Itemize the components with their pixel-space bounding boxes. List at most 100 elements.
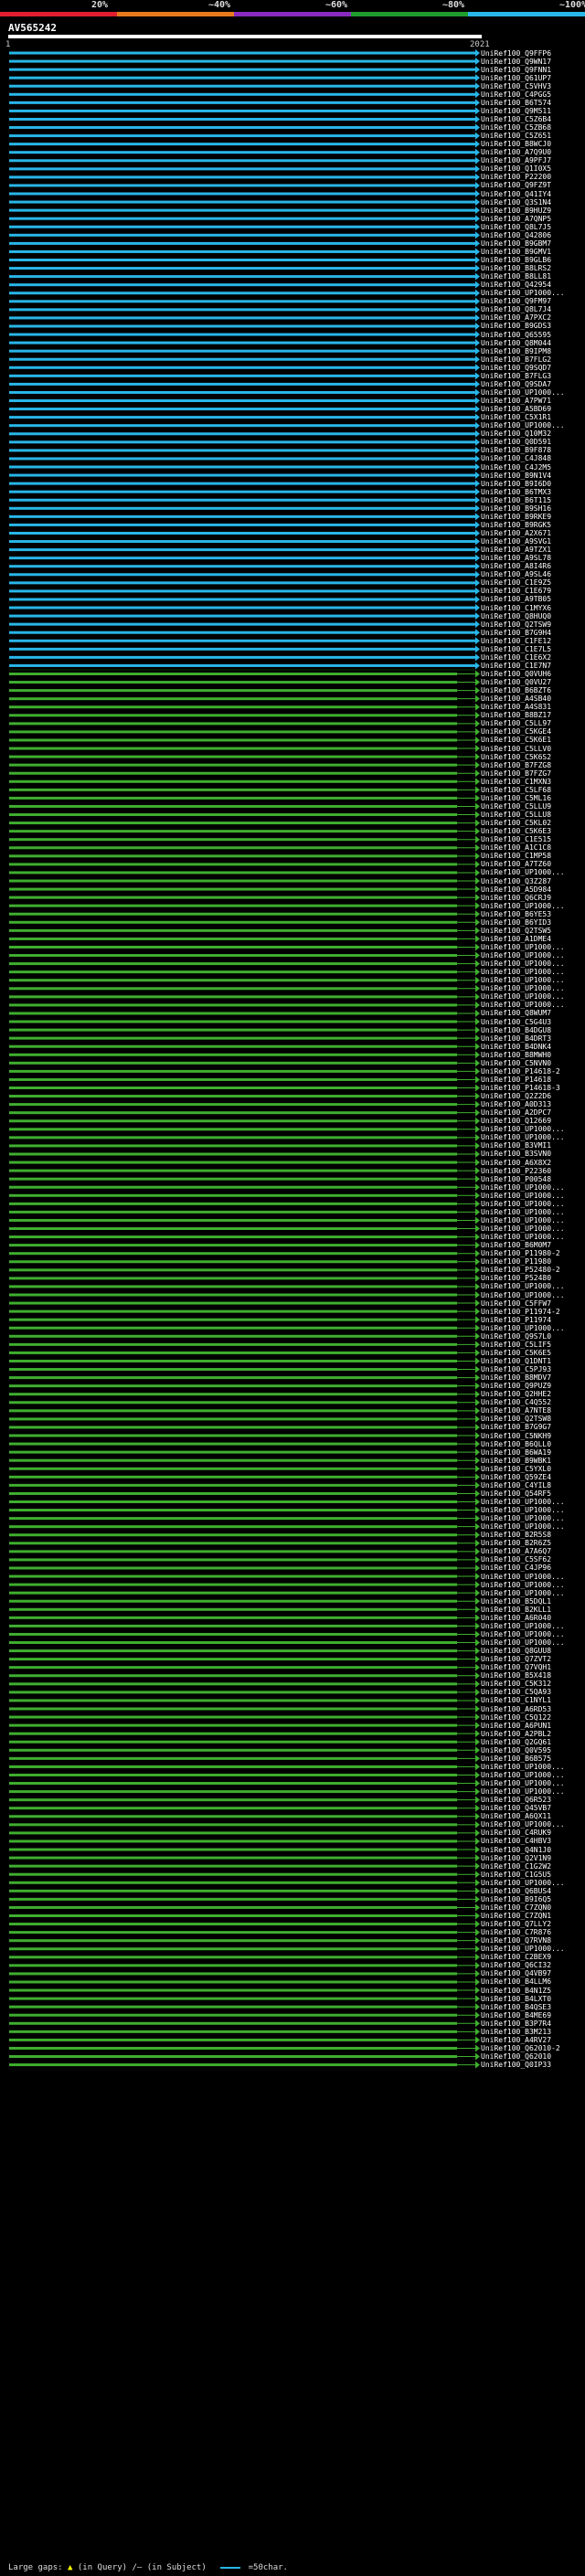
hit-label[interactable]: UniRef100_C5Z6B4 [481, 115, 551, 123]
hit-row[interactable] [9, 587, 480, 595]
hit-row[interactable] [9, 1820, 480, 1829]
hit-row[interactable] [9, 1001, 480, 1009]
hit-row[interactable] [9, 1100, 480, 1108]
hit-row[interactable] [9, 2036, 480, 2044]
hit-row[interactable] [9, 256, 480, 264]
hit-row[interactable] [9, 976, 480, 984]
hit-label[interactable]: UniRef100_Q9M511 [481, 107, 551, 115]
hit-label[interactable]: UniRef100_UP1000... [481, 1498, 565, 1506]
hit-label[interactable]: UniRef100_Q8WUM7 [481, 1009, 551, 1017]
hit-row[interactable] [9, 347, 480, 355]
hit-label[interactable]: UniRef100_A9SL78 [481, 554, 551, 562]
hit-row[interactable] [9, 1746, 480, 1754]
hit-label[interactable]: UniRef100_B9N1V4 [481, 472, 551, 480]
hit-row[interactable] [9, 1506, 480, 1514]
hit-label[interactable]: UniRef100_Q7RVN8 [481, 1936, 551, 1945]
hit-label[interactable]: UniRef100_UP1000... [481, 1763, 565, 1771]
hit-label[interactable]: UniRef100_A8I4R6 [481, 562, 551, 570]
hit-label[interactable]: UniRef100_B3VMI1 [481, 1141, 551, 1150]
hit-row[interactable] [9, 372, 480, 380]
hit-label[interactable]: UniRef100_UP1000... [481, 1183, 565, 1192]
hit-label[interactable]: UniRef100_B9HUZ9 [481, 207, 551, 215]
hit-row[interactable] [9, 140, 480, 148]
hit-label[interactable]: UniRef100_P14618-3 [481, 1084, 560, 1092]
hit-row[interactable] [9, 1125, 480, 1133]
hit-row[interactable] [9, 2061, 480, 2069]
hit-row[interactable] [9, 570, 480, 578]
hit-label[interactable]: UniRef100_UP1000... [481, 1125, 565, 1133]
hit-label[interactable]: UniRef100_UP1000... [481, 1638, 565, 1647]
hit-label[interactable]: UniRef100_C5NKH9 [481, 1432, 551, 1440]
hit-row[interactable] [9, 90, 480, 99]
hit-row[interactable] [9, 1192, 480, 1200]
hit-label[interactable]: UniRef100_Q9FFP6 [481, 49, 551, 58]
hit-row[interactable] [9, 1903, 480, 1912]
hit-row[interactable] [9, 902, 480, 910]
hit-row[interactable] [9, 1705, 480, 1712]
hit-label[interactable]: UniRef100_Q2TSW5 [481, 927, 551, 935]
hit-label[interactable]: UniRef100_Q7ZVT2 [481, 1655, 551, 1663]
hit-label[interactable]: UniRef100_UP1000... [481, 984, 565, 992]
hit-label[interactable]: UniRef100_Q8L7J4 [481, 305, 551, 313]
hit-row[interactable] [9, 74, 480, 82]
hit-row[interactable] [9, 513, 480, 521]
hit-label[interactable]: UniRef100_P11980 [481, 1257, 551, 1266]
hit-label[interactable]: UniRef100_B2R6Z5 [481, 1539, 551, 1547]
hit-row[interactable] [9, 637, 480, 645]
hit-row[interactable] [9, 1987, 480, 1995]
hit-row[interactable] [9, 727, 480, 736]
hit-row[interactable] [9, 1167, 480, 1175]
hit-row[interactable] [9, 1514, 480, 1522]
hit-label[interactable]: UniRef100_B6BZT6 [481, 686, 551, 694]
hit-label[interactable]: UniRef100_B8WCJ0 [481, 140, 551, 148]
hit-label[interactable]: UniRef100_Q2V1N9 [481, 1854, 551, 1862]
hit-row[interactable] [9, 653, 480, 662]
hit-label[interactable]: UniRef100_P22360 [481, 1167, 551, 1175]
hit-label[interactable]: UniRef100_C5YXL0 [481, 1465, 551, 1473]
hit-row[interactable] [9, 272, 480, 281]
hit-row[interactable] [9, 703, 480, 711]
hit-row[interactable] [9, 496, 480, 504]
hit-row[interactable] [9, 1738, 480, 1746]
hit-label[interactable]: UniRef100_B8MDV7 [481, 1373, 551, 1382]
hit-row[interactable] [9, 1341, 480, 1349]
hit-row[interactable] [9, 173, 480, 181]
hit-label[interactable]: UniRef100_A9PFJ7 [481, 156, 551, 164]
hit-label[interactable]: UniRef100_Q6CI32 [481, 1961, 551, 1969]
hit-label[interactable]: UniRef100_Q9FNN1 [481, 66, 551, 74]
hit-label[interactable]: UniRef100_C5LLV0 [481, 745, 551, 753]
hit-label[interactable]: UniRef100_C1G5U5 [481, 1871, 551, 1879]
hit-row[interactable] [9, 1440, 480, 1448]
hit-row[interactable] [9, 852, 480, 860]
hit-row[interactable] [9, 2044, 480, 2052]
hit-row[interactable] [9, 123, 480, 132]
hit-label[interactable]: UniRef100_C2BEX9 [481, 1953, 551, 1961]
hit-label[interactable]: UniRef100_B3M213 [481, 2028, 551, 2036]
hit-label[interactable]: UniRef100_C4Q552 [481, 1398, 551, 1406]
hit-row[interactable] [9, 438, 480, 446]
hit-row[interactable] [9, 678, 480, 686]
hit-label[interactable]: UniRef100_UP1000... [481, 1208, 565, 1216]
hit-label[interactable]: UniRef100_Q9WN17 [481, 58, 551, 66]
hit-label[interactable]: UniRef100_Q4N1J0 [481, 1846, 551, 1854]
hit-row[interactable] [9, 1564, 480, 1572]
hit-label[interactable]: UniRef100_Q3Z287 [481, 877, 551, 885]
hit-row[interactable] [9, 992, 480, 1001]
hit-label[interactable]: UniRef100_C1E679 [481, 587, 551, 595]
hit-row[interactable] [9, 877, 480, 885]
hit-label[interactable]: UniRef100_C5LIF5 [481, 1341, 551, 1349]
hit-row[interactable] [9, 1630, 480, 1638]
hit-label[interactable]: UniRef100_C5KGE4 [481, 727, 551, 736]
hit-label[interactable]: UniRef100_Q62010 [481, 2052, 551, 2061]
hit-row[interactable] [9, 1133, 480, 1141]
hit-row[interactable] [9, 1423, 480, 1431]
hit-row[interactable] [9, 1796, 480, 1804]
hit-row[interactable] [9, 1059, 480, 1067]
hit-row[interactable] [9, 313, 480, 322]
hit-row[interactable] [9, 132, 480, 140]
hit-row[interactable] [9, 364, 480, 372]
hit-label[interactable]: UniRef100_B2KLL1 [481, 1606, 551, 1614]
hit-row[interactable] [9, 148, 480, 156]
hit-label[interactable]: UniRef100_B7G9G7 [481, 1423, 551, 1431]
hit-row[interactable] [9, 1216, 480, 1224]
